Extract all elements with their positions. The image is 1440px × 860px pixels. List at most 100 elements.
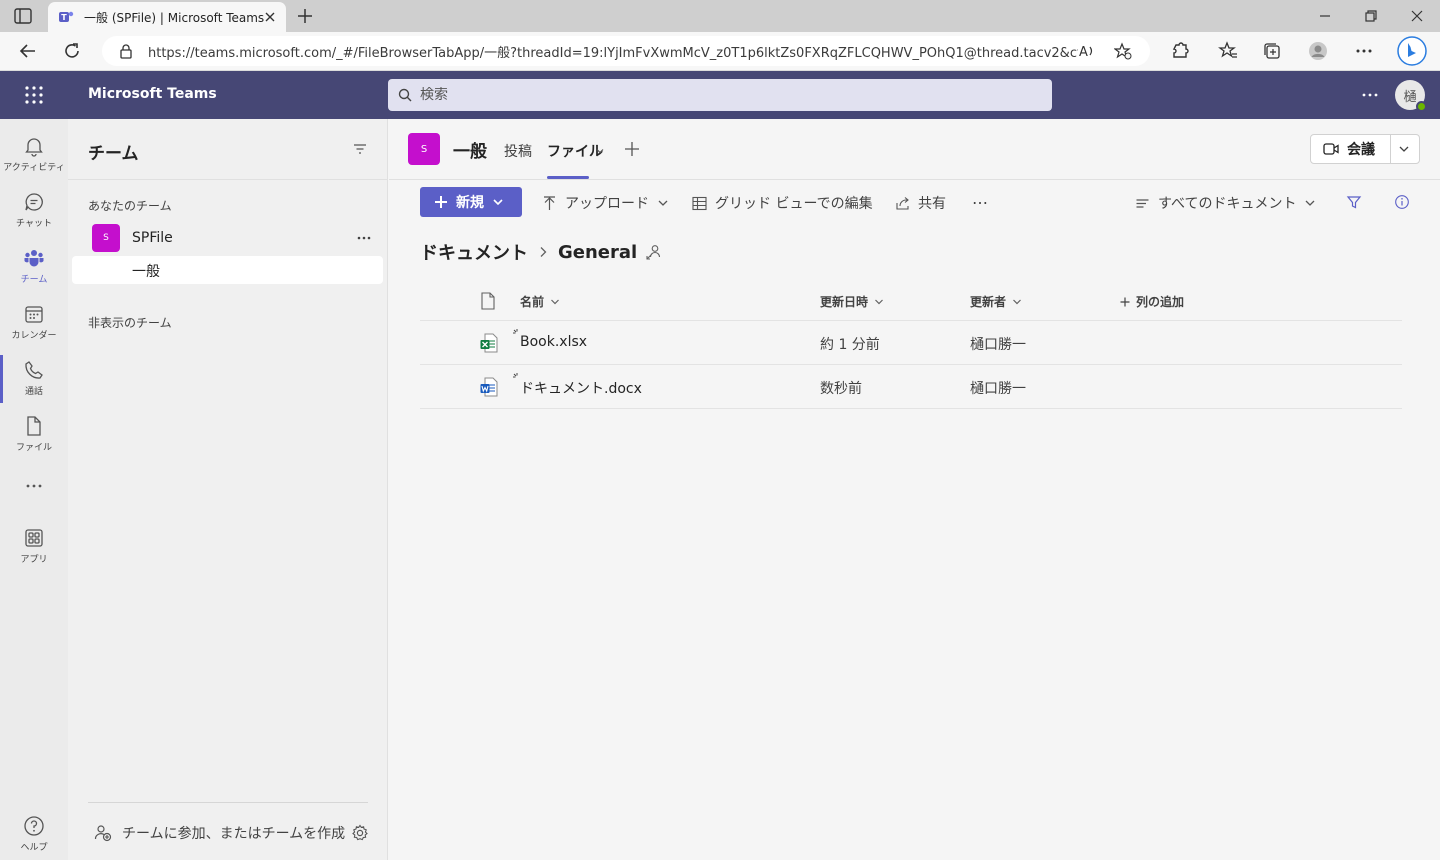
upload-button[interactable]: アップロード <box>542 193 669 213</box>
info-icon[interactable] <box>1394 194 1410 210</box>
file-name[interactable]: ドキュメント.docx <box>520 378 642 398</box>
channel-item-general[interactable]: 一般 <box>72 256 383 284</box>
tab-posts[interactable]: 投稿 <box>504 141 532 161</box>
read-aloud-icon[interactable]: A <box>1078 42 1096 60</box>
rail-chat[interactable]: チャット <box>0 181 68 235</box>
add-favorite-icon[interactable] <box>1114 42 1132 60</box>
meet-separator <box>1390 135 1391 163</box>
grid-edit-label: グリッド ビューでの編集 <box>715 196 873 212</box>
refresh-icon[interactable] <box>62 41 82 61</box>
settings-more-icon[interactable] <box>1360 85 1380 105</box>
active-tab-underline <box>547 176 589 179</box>
more-options-icon[interactable] <box>1354 41 1374 61</box>
profile-icon[interactable] <box>1308 41 1328 61</box>
upload-arrow-icon <box>544 195 555 210</box>
teams-icon <box>24 250 44 267</box>
address-bar[interactable]: https://teams.microsoft.com/_#/FileBrows… <box>102 36 1150 66</box>
tab-actions-icon[interactable] <box>14 8 32 24</box>
column-modified-by[interactable]: 更新者 <box>970 293 1022 310</box>
shared-people-icon[interactable] <box>645 243 663 261</box>
file-list: 名前 更新日時 更新者 列の追加 Book.xlsx 約 1 分前 樋口勝一 ド… <box>420 281 1402 409</box>
main-content: S 一般 投稿 ファイル 会議 新規 アップロード グリッド ビューでの編集 共… <box>389 119 1440 860</box>
favorites-icon[interactable] <box>1218 41 1238 61</box>
back-icon[interactable] <box>18 41 38 61</box>
rail-calendar[interactable]: カレンダー <box>0 293 68 347</box>
filter-icon[interactable] <box>352 141 368 157</box>
url-text[interactable]: https://teams.microsoft.com/_#/FileBrows… <box>148 42 1078 61</box>
file-name[interactable]: Book.xlsx <box>520 334 587 350</box>
rail-apps[interactable]: アプリ <box>0 517 68 571</box>
app-launcher-icon[interactable] <box>24 85 44 105</box>
view-label: すべてのドキュメント <box>1158 196 1297 212</box>
meet-now-button[interactable]: 会議 <box>1311 135 1389 163</box>
extensions-icon[interactable] <box>1170 41 1190 61</box>
filter-funnel-icon[interactable] <box>1346 194 1362 210</box>
file-type-icon[interactable] <box>480 292 496 310</box>
bing-icon[interactable] <box>1397 36 1427 66</box>
meet-dropdown-icon[interactable] <box>1398 144 1410 154</box>
breadcrumb-general: General <box>558 241 638 263</box>
grid-edit-button[interactable]: グリッド ビューでの編集 <box>692 193 873 213</box>
team-more-icon[interactable] <box>356 230 372 246</box>
file-modified-by: 樋口勝一 <box>970 337 1026 353</box>
rail-calls[interactable]: 通話 <box>0 349 68 403</box>
hidden-teams-label[interactable]: 非表示のチーム <box>88 314 172 331</box>
bell-icon <box>25 138 43 157</box>
rail-files[interactable]: ファイル <box>0 405 68 459</box>
new-tab-icon[interactable] <box>296 7 314 25</box>
meet-button[interactable]: 会議 <box>1310 134 1420 164</box>
more-horizontal-icon <box>26 484 42 488</box>
panel-title: チーム <box>88 144 139 164</box>
channel-header: S 一般 投稿 ファイル 会議 <box>389 119 1440 180</box>
breadcrumb-documents[interactable]: ドキュメント <box>420 239 528 265</box>
gear-icon[interactable] <box>351 824 369 842</box>
share-button[interactable]: 共有 <box>895 193 946 213</box>
search-input[interactable] <box>420 87 1020 103</box>
table-row[interactable]: Book.xlsx 約 1 分前 樋口勝一 <box>420 321 1402 365</box>
teams-favicon-icon: T <box>59 11 74 22</box>
browser-tab[interactable]: T 一般 (SPFile) | Microsoft Teams <box>48 2 286 32</box>
chevron-down-icon <box>1013 299 1021 304</box>
new-button[interactable]: 新規 <box>420 187 522 217</box>
file-modified: 約 1 分前 <box>820 337 880 353</box>
apps-icon <box>25 529 43 547</box>
minimize-icon[interactable] <box>1317 8 1333 24</box>
breadcrumb: ドキュメント General <box>420 239 663 265</box>
chevron-down-icon[interactable] <box>595 146 605 156</box>
rail-activity[interactable]: アクティビティ <box>0 125 68 179</box>
more-commands-button[interactable]: … <box>972 189 988 208</box>
chevron-down-icon <box>493 199 503 206</box>
browser-tabstrip: T 一般 (SPFile) | Microsoft Teams <box>0 0 1440 32</box>
grid-icon <box>692 196 707 210</box>
column-name[interactable]: 名前 <box>520 293 560 310</box>
help-icon <box>24 816 44 836</box>
rail-more-apps[interactable] <box>0 471 68 501</box>
collections-icon[interactable] <box>1262 41 1282 61</box>
rail-help[interactable]: ヘルプ <box>0 805 68 859</box>
teams-panel: チーム あなたのチーム S SPFile 一般 非表示のチーム チームに参加、ま… <box>68 119 388 860</box>
join-create-team-button[interactable]: チームに参加、またはチームを作成 <box>94 823 345 843</box>
add-tab-icon[interactable] <box>623 140 641 158</box>
view-selector[interactable]: すべてのドキュメント <box>1135 193 1316 213</box>
word-file-icon <box>480 377 498 397</box>
column-modified[interactable]: 更新日時 <box>820 293 884 310</box>
teams-header: Microsoft Teams 樋 <box>0 71 1440 119</box>
command-bar: 新規 アップロード グリッド ビューでの編集 共有 … すべてのドキュメント <box>389 181 1440 225</box>
restore-icon[interactable] <box>1363 8 1379 24</box>
close-tab-icon[interactable] <box>264 11 276 23</box>
plus-icon <box>1120 297 1130 306</box>
search-box[interactable] <box>388 79 1052 111</box>
rail-teams[interactable]: チーム <box>0 237 68 291</box>
file-modified: 数秒前 <box>820 381 862 397</box>
user-avatar[interactable]: 樋 <box>1395 80 1427 112</box>
add-column-button[interactable]: 列の追加 <box>1120 293 1184 310</box>
lock-icon[interactable] <box>118 43 134 59</box>
close-window-icon[interactable] <box>1409 8 1425 24</box>
channel-team-tile: S <box>408 133 440 165</box>
file-icon <box>27 416 41 436</box>
share-icon <box>896 196 909 210</box>
channel-name: 一般 <box>132 264 160 280</box>
team-item-spfile[interactable]: S SPFile <box>88 223 378 253</box>
app-name: Microsoft Teams <box>88 86 217 102</box>
table-row[interactable]: ドキュメント.docx 数秒前 樋口勝一 <box>420 365 1402 409</box>
